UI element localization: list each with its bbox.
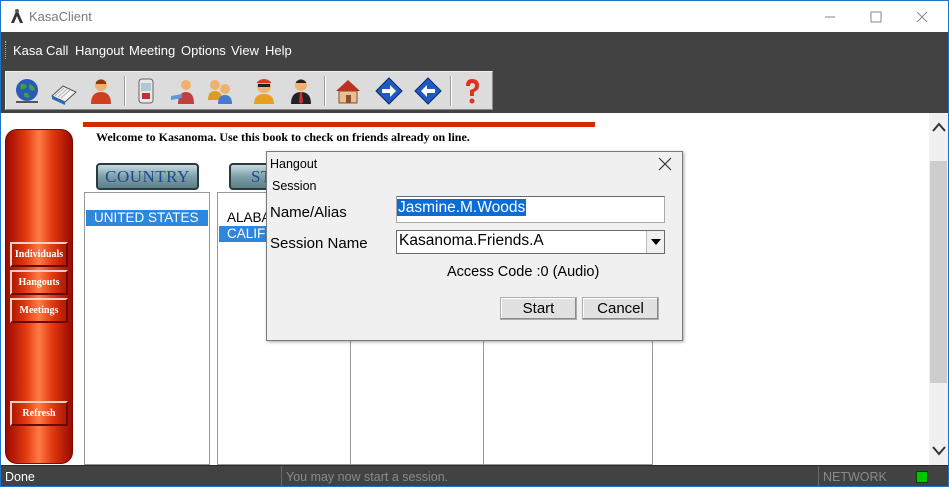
chevron-up-icon [931,121,946,132]
scroll-up-button[interactable] [931,119,946,134]
group-icon [208,80,232,104]
menu-call[interactable]: Call [46,43,68,58]
country-list[interactable]: UNITED STATES [84,192,210,465]
toolbar-band [1,68,948,113]
close-icon [916,11,928,22]
close-button[interactable] [899,1,945,32]
sidebar: Individuals Hangouts Meetings Refresh [5,129,73,464]
globe-icon [16,79,38,103]
network-led-icon [916,471,928,483]
dropdown-arrow-icon [650,239,661,245]
cancel-button[interactable]: Cancel [582,297,659,320]
group-button[interactable] [203,74,237,108]
menu-bar: Kasa Call Hangout Meeting Options View H… [1,32,948,68]
home-button[interactable] [331,74,365,108]
book-icon [51,85,77,105]
scroll-thumb[interactable] [930,161,947,383]
menu-grip[interactable] [5,41,7,59]
globe-button[interactable] [10,74,44,108]
name-label: Name/Alias [270,204,347,221]
sidebar-refresh-button[interactable]: Refresh [10,401,68,426]
toolbar [5,71,493,110]
header-divider [83,122,595,127]
forward-button[interactable] [372,74,406,108]
toolbar-separator [324,76,326,106]
arrow-right-icon [375,77,403,105]
window-title: KasaClient [29,9,92,24]
chevron-down-icon [931,445,946,456]
book-button[interactable] [47,74,81,108]
call-button[interactable] [129,74,163,108]
maximize-button[interactable] [853,1,899,32]
user-tie-icon [291,79,311,104]
business-user-button[interactable] [284,74,318,108]
menu-hangout[interactable]: Hangout [75,43,124,58]
dialog-menu-session[interactable]: Session [272,179,316,193]
arrow-left-icon [414,77,442,105]
app-window: KasaClient Kasa Call Hangout Meeting Opt… [0,0,949,487]
dialog-title: Hangout [270,157,318,171]
name-alias-value: Jasmine.M.Woods [397,199,527,216]
sidebar-individuals-button[interactable]: Individuals [10,242,68,267]
minimize-icon [825,16,835,17]
cool-user-button[interactable] [247,74,281,108]
user-sunglasses-icon [254,79,274,104]
sidebar-hangouts-button[interactable]: Hangouts [10,270,68,295]
handshake-icon [171,80,194,104]
list-item[interactable]: UNITED STATES [86,210,208,226]
toolbar-separator [124,76,126,106]
menu-meeting[interactable]: Meeting [129,43,175,58]
maximize-icon [870,11,882,22]
status-text: Done [5,470,35,484]
session-label: Session Name [270,235,368,252]
person-icon [91,79,111,104]
sidebar-meetings-button[interactable]: Meetings [10,298,68,323]
menu-options[interactable]: Options [181,43,226,58]
back-button[interactable] [411,74,445,108]
menu-view[interactable]: View [231,43,259,58]
session-name-value: Kasanoma.Friends.A [399,232,544,249]
access-code-text: Access Code :0 (Audio) [447,264,600,280]
home-icon [336,80,360,104]
hangout-dialog: Hangout Session Name/Alias Jasmine.M.Woo… [266,151,683,341]
status-bar: Done You may now start a session. NETWOR… [1,465,948,486]
individual-button[interactable] [84,74,118,108]
network-status: NETWORK [818,466,912,486]
app-logo-icon [11,9,23,23]
status-message: You may now start a session. [281,466,817,486]
name-alias-input[interactable]: Jasmine.M.Woods [396,196,665,223]
start-button[interactable]: Start [500,297,577,320]
toolbar-separator [450,76,452,106]
scroll-down-button[interactable] [931,443,946,458]
welcome-text: Welcome to Kasanoma. Use this book to ch… [96,130,470,144]
menu-kasa[interactable]: Kasa [13,43,43,58]
connect-button[interactable] [166,74,200,108]
session-name-select[interactable]: Kasanoma.Friends.A [396,230,665,254]
dialog-close-icon[interactable] [657,156,673,172]
help-icon [466,79,479,104]
vertical-scrollbar[interactable] [929,113,948,465]
menu-help[interactable]: Help [265,43,292,58]
help-button[interactable] [455,74,489,108]
session-dropdown-button[interactable] [646,231,664,253]
country-header-button[interactable]: COUNTRY [96,163,199,190]
title-bar[interactable]: KasaClient [1,1,948,32]
minimize-button[interactable] [807,1,853,32]
phone-icon [138,78,154,104]
